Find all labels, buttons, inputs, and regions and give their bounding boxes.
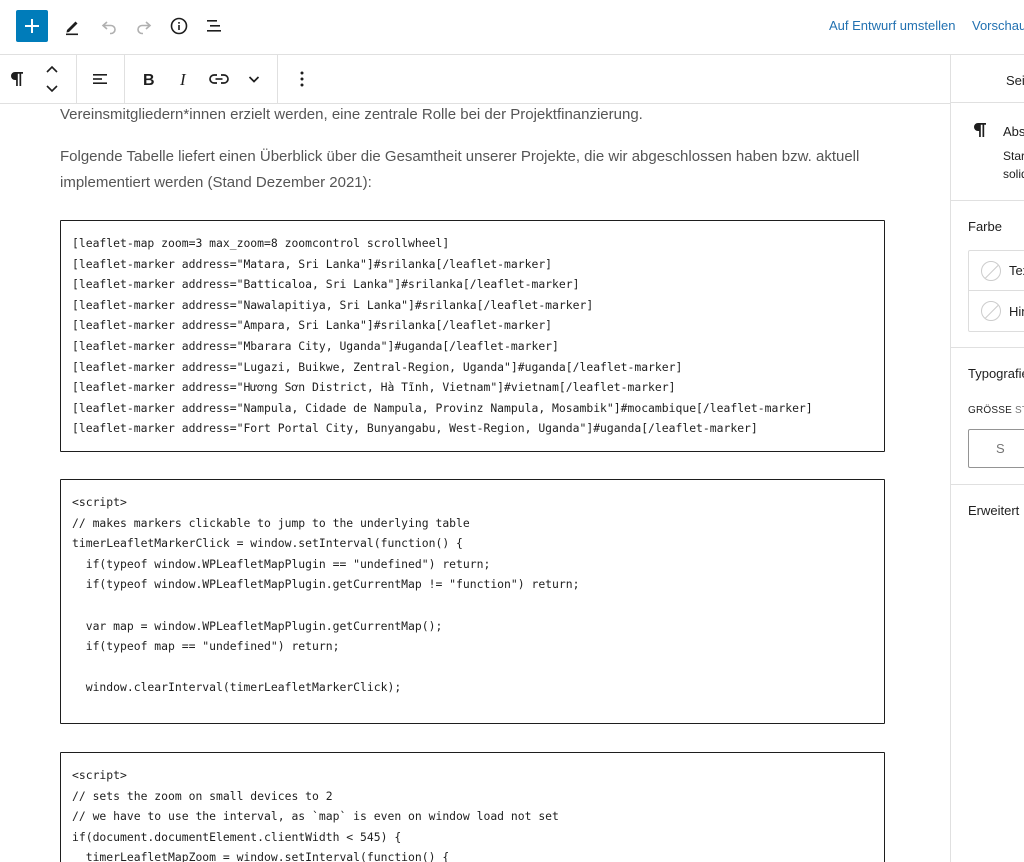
svg-text:B: B bbox=[143, 72, 155, 88]
info-icon bbox=[170, 17, 188, 35]
undo-icon bbox=[101, 21, 116, 35]
block-type-button[interactable] bbox=[2, 55, 32, 103]
move-block-button[interactable] bbox=[38, 55, 66, 103]
block-description-line: solide Erzählung. bbox=[1003, 167, 1024, 181]
divider bbox=[951, 102, 1024, 103]
block-toolbar: B I bbox=[0, 55, 950, 104]
typography-panel-toggle[interactable]: Typografie bbox=[968, 366, 1024, 381]
align-button[interactable] bbox=[84, 55, 116, 103]
redo-icon bbox=[137, 21, 152, 35]
editor-header: Auf Entwurf umstellen Vorschau bbox=[0, 0, 1024, 55]
text-color-option[interactable]: Text bbox=[969, 251, 1024, 291]
block-description-line: Starte mit dem Grundbaustein bbox=[1003, 149, 1024, 163]
plus-icon bbox=[25, 19, 39, 33]
align-left-icon bbox=[93, 74, 107, 84]
shortcode-text[interactable]: [leaflet-map zoom=3 max_zoom=8 zoomcontr… bbox=[72, 233, 873, 439]
pencil-icon bbox=[66, 21, 78, 36]
html-block[interactable]: <script> // makes markers clickable to j… bbox=[60, 479, 885, 724]
editor-canvas: Vereinsmitgliedern*innen erzielt werden,… bbox=[0, 104, 950, 862]
list-view-button[interactable] bbox=[198, 10, 230, 42]
more-formats-button[interactable] bbox=[240, 55, 268, 103]
details-button[interactable] bbox=[163, 10, 195, 42]
font-size-picker[interactable]: S bbox=[968, 429, 1024, 468]
paragraph-icon bbox=[974, 123, 986, 137]
edit-tool-button[interactable] bbox=[56, 10, 88, 42]
font-size-default-label: STANDARD bbox=[1014, 405, 1024, 416]
svg-text:I: I bbox=[179, 70, 187, 88]
preview-button[interactable]: Vorschau bbox=[972, 18, 1024, 33]
block-card-title: Absatz bbox=[1003, 124, 1024, 139]
list-view-icon bbox=[207, 20, 221, 32]
chevron-down-icon bbox=[248, 76, 260, 83]
color-panel-toggle[interactable]: Farbe bbox=[968, 219, 1002, 234]
link-icon bbox=[209, 74, 229, 84]
link-button[interactable] bbox=[203, 55, 235, 103]
switch-to-draft-button[interactable]: Auf Entwurf umstellen bbox=[829, 18, 955, 33]
shortcode-block[interactable]: [leaflet-map zoom=3 max_zoom=8 zoomcontr… bbox=[60, 220, 885, 452]
divider bbox=[951, 200, 1024, 201]
more-vertical-icon bbox=[300, 71, 304, 87]
italic-button[interactable]: I bbox=[168, 55, 198, 103]
move-up-down-icon bbox=[46, 65, 58, 93]
empty-swatch-icon bbox=[981, 301, 1001, 321]
paragraph-icon bbox=[11, 72, 23, 86]
html-block[interactable]: <script> // sets the zoom on small devic… bbox=[60, 752, 885, 862]
paragraph-block[interactable]: Vereinsmitgliedern*innen erzielt werden,… bbox=[60, 104, 860, 128]
toolbar-separator bbox=[277, 55, 278, 103]
redo-button[interactable] bbox=[128, 10, 160, 42]
html-code-text[interactable]: <script> // makes markers clickable to j… bbox=[72, 492, 873, 723]
color-settings: Text Hintergrund bbox=[968, 250, 1024, 332]
toolbar-separator bbox=[76, 55, 77, 103]
background-color-label: Hintergrund bbox=[1009, 303, 1024, 319]
settings-sidebar: Seite Absatz Starte mit dem Grundbaustei… bbox=[950, 55, 1024, 862]
divider bbox=[951, 484, 1024, 485]
empty-swatch-icon bbox=[981, 260, 1001, 281]
italic-icon: I bbox=[179, 70, 187, 88]
block-options-button[interactable] bbox=[287, 55, 317, 103]
add-block-button[interactable] bbox=[16, 10, 48, 42]
advanced-panel-toggle[interactable]: Erweitert bbox=[968, 503, 1019, 518]
font-size-label-text: GRÖSSE bbox=[968, 405, 1012, 416]
toolbar-separator bbox=[124, 55, 125, 103]
divider bbox=[951, 347, 1024, 348]
bold-icon: B bbox=[143, 72, 155, 88]
undo-button[interactable] bbox=[93, 10, 125, 42]
background-color-option[interactable]: Hintergrund bbox=[969, 291, 1024, 331]
block-card-description: Starte mit dem Grundbaustein solide Erzä… bbox=[1003, 147, 1024, 183]
font-size-value: S bbox=[996, 441, 1005, 456]
text-color-label: Text bbox=[1009, 263, 1024, 278]
html-code-text[interactable]: <script> // sets the zoom on small devic… bbox=[72, 765, 873, 862]
font-size-label: GRÖSSE STANDARD bbox=[968, 405, 1024, 416]
paragraph-block[interactable]: Folgende Tabelle liefert einen Überblick… bbox=[60, 144, 860, 196]
bold-button[interactable]: B bbox=[132, 55, 164, 103]
tab-page[interactable]: Seite bbox=[1006, 73, 1024, 88]
